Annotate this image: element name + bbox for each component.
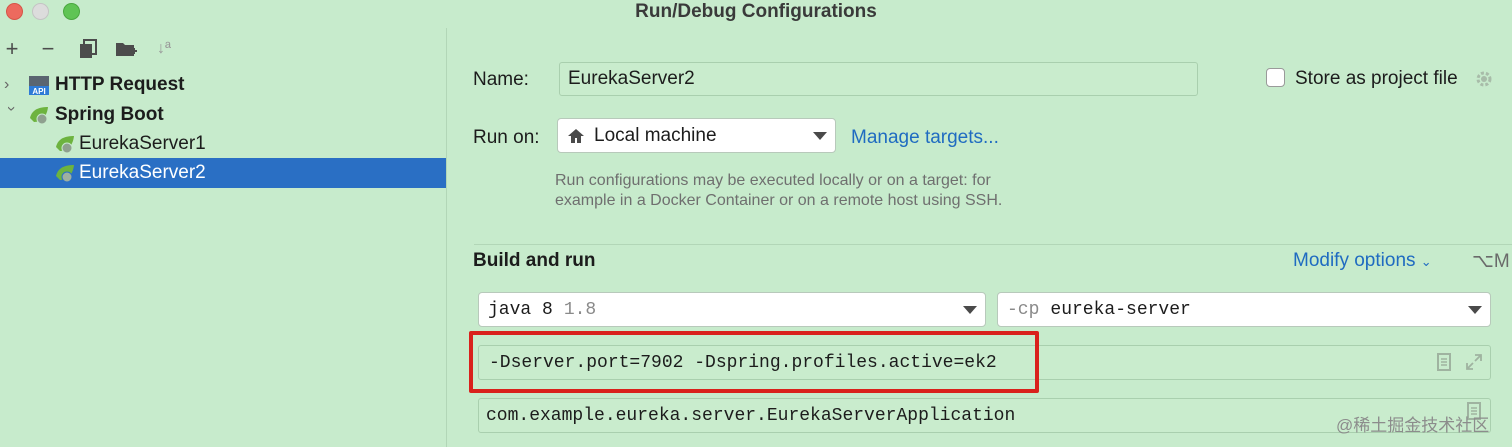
manage-targets-link[interactable]: Manage targets... — [851, 127, 999, 149]
cp-prefix: -cp — [1007, 299, 1040, 320]
copy-icon — [80, 39, 97, 58]
minus-icon: − — [41, 36, 55, 61]
classpath-module-select[interactable]: -cp eureka-server — [997, 292, 1491, 327]
folder-add-icon — [116, 43, 137, 56]
name-value: EurekaServer2 — [568, 68, 695, 89]
sort-configurations-button[interactable]: ↓ª — [152, 38, 176, 62]
build-and-run-heading: Build and run — [473, 250, 596, 271]
tree-item-label: EurekaServer1 — [79, 133, 206, 154]
modify-options-link[interactable]: Modify options ⌄ — [1293, 250, 1432, 272]
run-on-label: Run on: — [473, 127, 540, 148]
watermark: @稀土掘金技术社区 — [1336, 416, 1490, 435]
chevron-down-icon[interactable]: › — [3, 106, 20, 122]
tree-item-label: Spring Boot — [55, 104, 164, 125]
cp-value: eureka-server — [1050, 299, 1191, 320]
gear-icon[interactable] — [1474, 69, 1494, 89]
section-divider — [474, 244, 1512, 245]
chevron-right-icon[interactable]: › — [4, 77, 20, 93]
run-on-hint-line1: Run configurations may be executed local… — [555, 172, 991, 189]
remove-configuration-button[interactable]: − — [36, 38, 60, 62]
highlight-annotation — [469, 331, 1039, 393]
tree-item-eurekaserver1[interactable]: EurekaServer1 — [0, 129, 446, 159]
modify-options-shortcut: ⌥M — [1472, 251, 1510, 272]
new-folder-button[interactable] — [114, 38, 138, 62]
expand-icon[interactable] — [1464, 352, 1484, 372]
dropdown-arrow-icon — [963, 306, 977, 314]
api-icon: API — [29, 76, 49, 96]
main-class-value: com.example.eureka.server.EurekaServerAp… — [486, 405, 1016, 426]
svg-text:API: API — [32, 87, 45, 96]
spring-boot-icon — [30, 107, 48, 125]
configurations-tree-panel: + − ↓ª › API HTTP Request › Spring Boot … — [0, 28, 446, 447]
dropdown-arrow-icon — [813, 132, 827, 140]
name-label: Name: — [473, 69, 529, 90]
home-icon — [568, 129, 584, 143]
add-configuration-button[interactable]: + — [0, 38, 24, 62]
jre-version: 1.8 — [563, 299, 597, 320]
copy-configuration-button[interactable] — [76, 38, 100, 62]
run-on-hint-line2: example in a Docker Container or on a re… — [555, 192, 1003, 209]
run-on-select[interactable]: Local machine — [557, 118, 836, 153]
store-as-project-file-checkbox[interactable] — [1266, 68, 1285, 87]
store-as-project-file-label: Store as project file — [1295, 68, 1458, 89]
spring-boot-run-icon — [56, 136, 74, 154]
tree-item-label: EurekaServer2 — [79, 162, 206, 183]
document-icon[interactable] — [1434, 352, 1454, 372]
tree-item-eurekaserver2[interactable]: EurekaServer2 — [0, 158, 446, 188]
jre-value: java 8 — [488, 299, 553, 320]
tree-item-label: HTTP Request — [55, 74, 185, 95]
jre-select[interactable]: java 8 1.8 — [478, 292, 986, 327]
configuration-editor: Name: EurekaServer2 Store as project fil… — [447, 28, 1512, 447]
title-bar: Run/Debug Configurations — [0, 0, 1512, 28]
run-on-value: Local machine — [594, 124, 717, 146]
plus-icon: + — [5, 36, 19, 61]
window-title: Run/Debug Configurations — [635, 1, 877, 22]
tree-item-http-request[interactable]: › API HTTP Request — [0, 70, 446, 100]
chevron-down-icon: ⌄ — [1420, 254, 1432, 269]
spring-boot-run-icon — [56, 165, 74, 183]
sort-icon: ↓ª — [157, 40, 171, 57]
modify-options-label: Modify options — [1293, 250, 1416, 271]
tree-item-spring-boot[interactable]: › Spring Boot — [0, 100, 446, 130]
name-input[interactable]: EurekaServer2 — [559, 62, 1198, 96]
dropdown-arrow-icon — [1468, 306, 1482, 314]
